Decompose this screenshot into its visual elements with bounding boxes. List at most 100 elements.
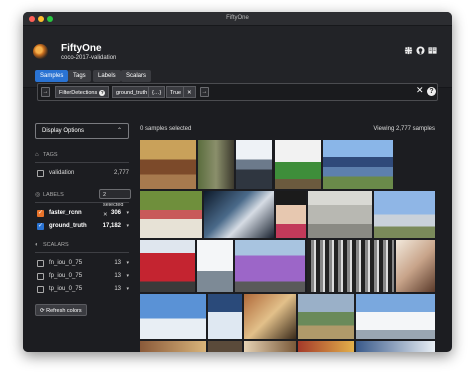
sample-thumbnail[interactable] [298, 294, 354, 339]
scalars-section-header[interactable]: ◐ SCALARS [35, 242, 69, 248]
divider [35, 252, 129, 253]
sample-thumbnail[interactable] [308, 191, 372, 238]
viewing-count: Viewing 2,777 samples [373, 126, 435, 132]
sample-thumbnail[interactable] [140, 140, 196, 189]
chevron-down-icon[interactable]: ▾ [126, 271, 129, 281]
sample-thumbnail[interactable] [140, 191, 202, 238]
clear-view-button[interactable]: ✕ [416, 85, 424, 96]
scalar-name: fp_iou_0_75 [49, 273, 83, 279]
chevron-down-icon[interactable]: ▾ [126, 258, 129, 268]
label-name: ground_truth [49, 223, 87, 229]
label-count: 306 [110, 210, 121, 216]
grid-header: 0 samples selected Viewing 2,777 samples [140, 126, 435, 132]
checkbox[interactable] [37, 170, 44, 177]
label-icon: ◎ [35, 192, 41, 198]
docs-icon[interactable] [428, 46, 437, 55]
sample-thumbnail[interactable] [323, 140, 393, 189]
help-button[interactable]: ? [427, 87, 436, 96]
app-header: FiftyOne coco-2017-validation [23, 26, 452, 66]
divider [35, 162, 129, 163]
checkbox-checked[interactable]: ✓ [37, 223, 44, 230]
github-icon[interactable] [416, 46, 425, 55]
sidebar: Display Options ⌃ ⌂ TAGS validation 2,777… [23, 114, 131, 352]
sample-thumbnail[interactable] [374, 191, 435, 238]
scalar-count: 13 [114, 286, 121, 292]
remove-stage-button[interactable]: ✕ [183, 86, 196, 98]
tab-tags[interactable]: Tags [68, 70, 91, 82]
app-name: FiftyOne [61, 43, 102, 54]
scalar-name: fn_iou_0_75 [49, 260, 83, 266]
dataset-name[interactable]: coco-2017-validation [61, 55, 116, 61]
help-icon[interactable]: ? [99, 89, 106, 96]
checkbox[interactable] [37, 260, 44, 267]
refresh-colors-button[interactable]: ⟳ Refresh colors [35, 304, 87, 316]
chevron-up-icon: ⌃ [116, 128, 122, 134]
scalar-count: 13 [114, 273, 121, 279]
tag-label: validation [49, 170, 75, 176]
sample-thumbnail[interactable] [356, 294, 435, 339]
sample-thumbnail[interactable] [356, 341, 435, 352]
tab-samples[interactable]: Samples [35, 70, 69, 82]
prev-stage-button[interactable]: → [41, 87, 50, 97]
tag-icon: ⌂ [35, 152, 39, 158]
slack-icon[interactable] [404, 46, 413, 55]
selected-count: 0 samples selected [140, 126, 192, 132]
sample-thumbnail[interactable] [204, 191, 274, 238]
labels-selected-badge[interactable]: 2 selected ✕ [99, 189, 131, 218]
window-title: FiftyOne [226, 15, 249, 21]
sample-thumbnail[interactable] [244, 294, 296, 339]
view-bar: → FilterDetections? ground_truth {…} Tru… [37, 83, 438, 101]
app-window: FiftyOne FiftyOne coco-2017-validation S… [23, 12, 452, 352]
scalar-count: 13 [114, 260, 121, 266]
tag-count: 2,777 [113, 170, 129, 176]
sample-thumbnail[interactable] [140, 294, 206, 339]
display-options-dropdown[interactable]: Display Options ⌃ [35, 123, 129, 139]
sample-thumbnail[interactable] [275, 140, 321, 189]
stage-chip[interactable]: FilterDetections? [55, 86, 110, 98]
tag-row-validation[interactable]: validation 2,777 [35, 168, 129, 178]
chevron-down-icon[interactable]: ▾ [126, 284, 129, 294]
sample-thumbnail[interactable] [198, 140, 234, 189]
label-count: 17,182 [102, 223, 121, 229]
sample-thumbnail[interactable] [307, 240, 394, 292]
sample-thumbnail[interactable] [276, 191, 306, 238]
sample-thumbnail[interactable] [140, 341, 206, 352]
chevron-down-icon[interactable]: ▾ [126, 221, 129, 231]
label-row-faster-rcnn[interactable]: ✓ faster_rcnn 306 ▾ [35, 208, 129, 218]
sample-thumbnail[interactable] [208, 294, 242, 339]
sample-thumbnail[interactable] [298, 341, 354, 352]
tags-title: TAGS [43, 152, 58, 158]
sample-grid: 0 samples selected Viewing 2,777 samples [140, 114, 452, 352]
checkbox[interactable] [37, 286, 44, 293]
tab-scalars[interactable]: Scalars [121, 70, 152, 82]
sample-thumbnail[interactable] [208, 341, 242, 352]
field-chip[interactable]: ground_truth [112, 86, 152, 98]
sample-thumbnail[interactable] [244, 341, 296, 352]
fiftyone-logo-icon[interactable] [33, 44, 48, 59]
sample-thumbnail[interactable] [236, 140, 272, 189]
scalar-row[interactable]: tp_iou_0_75 13 ▾ [35, 284, 129, 294]
sample-thumbnail[interactable] [197, 240, 233, 292]
chevron-down-icon[interactable]: ▾ [126, 208, 129, 218]
scalar-name: tp_iou_0_75 [49, 286, 83, 292]
label-name: faster_rcnn [49, 210, 82, 216]
display-options-label: Display Options [42, 128, 85, 134]
scalar-row[interactable]: fn_iou_0_75 13 ▾ [35, 258, 129, 268]
scalar-row[interactable]: fp_iou_0_75 13 ▾ [35, 271, 129, 281]
sample-thumbnail[interactable] [235, 240, 305, 292]
refresh-icon: ⟳ [40, 308, 45, 314]
sample-thumbnail[interactable] [140, 240, 195, 292]
divider [35, 202, 129, 203]
labels-section-header[interactable]: ◎ LABELS [35, 191, 64, 198]
tags-section-header[interactable]: ⌂ TAGS [35, 152, 58, 158]
checkbox-checked[interactable]: ✓ [37, 210, 44, 217]
sample-thumbnail[interactable] [396, 240, 435, 292]
next-stage-button[interactable]: → [200, 87, 209, 97]
scalars-title: SCALARS [43, 242, 69, 248]
checkbox[interactable] [37, 273, 44, 280]
tab-labels[interactable]: Labels [93, 70, 121, 82]
label-row-ground-truth[interactable]: ✓ ground_truth 17,182 ▾ [35, 221, 129, 231]
labels-title: LABELS [43, 192, 64, 198]
expr-chip[interactable]: {…} [148, 86, 166, 98]
title-bar: FiftyOne [23, 12, 452, 26]
